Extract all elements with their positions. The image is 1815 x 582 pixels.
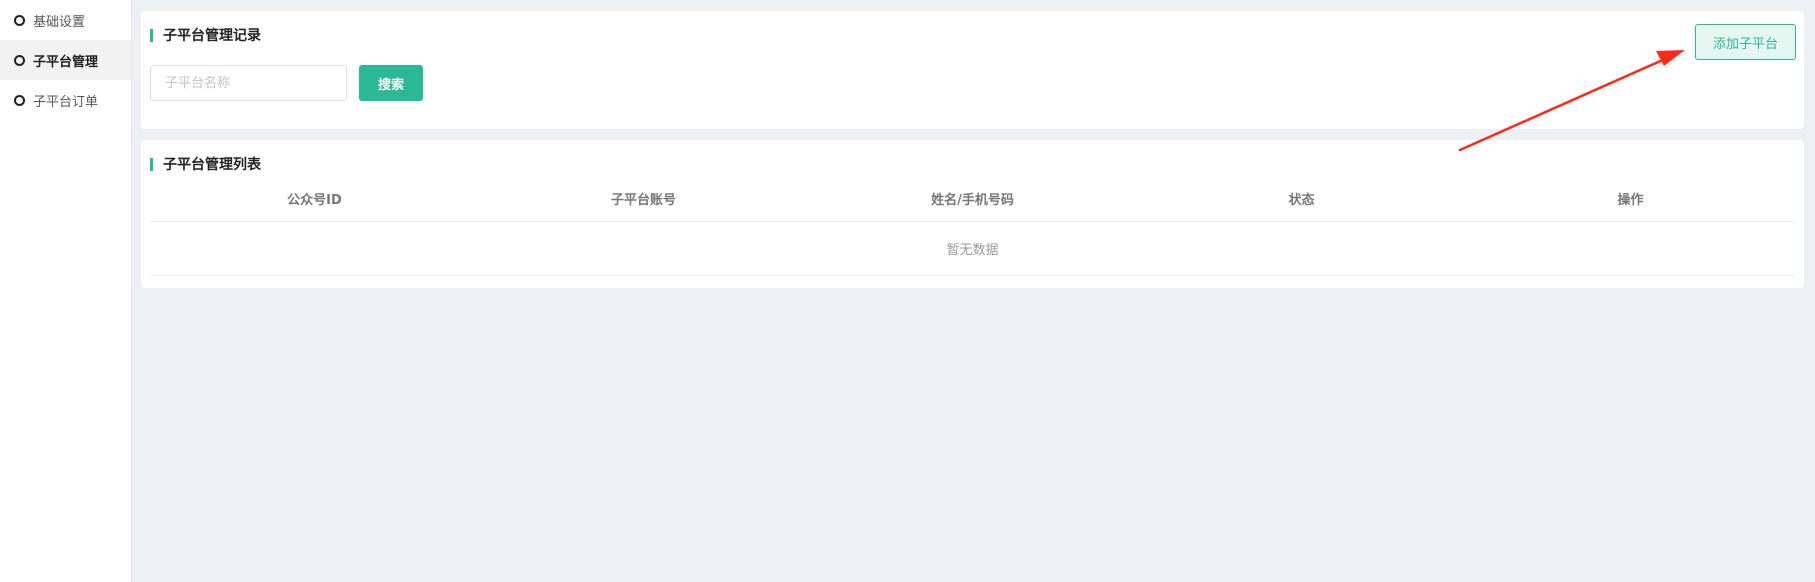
table-header: 公众号ID 子平台账号 姓名/手机号码 状态 操作: [150, 176, 1795, 222]
column-header: 公众号ID: [287, 193, 342, 208]
section-title-text: 子平台管理列表: [163, 157, 261, 173]
circle-icon: [14, 54, 25, 66]
list-card: 子平台管理列表 公众号ID 子平台账号 姓名/手机号码 状态 操作 暂无数据: [141, 140, 1804, 288]
sidebar: 基础设置 子平台管理 子平台订单: [0, 0, 132, 582]
section-title-text: 子平台管理记录: [163, 28, 261, 44]
search-card: 子平台管理记录 搜索 添加子平台: [141, 11, 1804, 129]
sidebar-item-basic-settings[interactable]: 基础设置: [0, 0, 131, 40]
sidebar-item-subplatform-orders[interactable]: 子平台订单: [0, 80, 131, 120]
empty-state: 暂无数据: [150, 222, 1795, 276]
search-button[interactable]: 搜索: [359, 65, 423, 101]
search-input[interactable]: [150, 65, 347, 101]
section-title: 子平台管理列表: [150, 154, 261, 174]
circle-icon: [14, 94, 25, 106]
column-header: 姓名/手机号码: [931, 193, 1014, 208]
sidebar-item-label: 基础设置: [33, 14, 86, 30]
sidebar-item-label: 子平台订单: [33, 94, 99, 110]
subplatform-table: 公众号ID 子平台账号 姓名/手机号码 状态 操作 暂无数据: [150, 176, 1795, 276]
column-header: 操作: [1617, 193, 1644, 208]
title-accent-bar: [150, 157, 153, 171]
column-header: 子平台账号: [610, 193, 676, 208]
add-subplatform-button[interactable]: 添加子平台: [1695, 24, 1796, 60]
sidebar-item-label: 子平台管理: [33, 54, 99, 70]
title-accent-bar: [150, 28, 153, 42]
column-header: 状态: [1288, 193, 1315, 208]
circle-icon: [14, 14, 25, 26]
section-title: 子平台管理记录: [150, 25, 261, 45]
sidebar-item-subplatform-management[interactable]: 子平台管理: [0, 40, 131, 80]
